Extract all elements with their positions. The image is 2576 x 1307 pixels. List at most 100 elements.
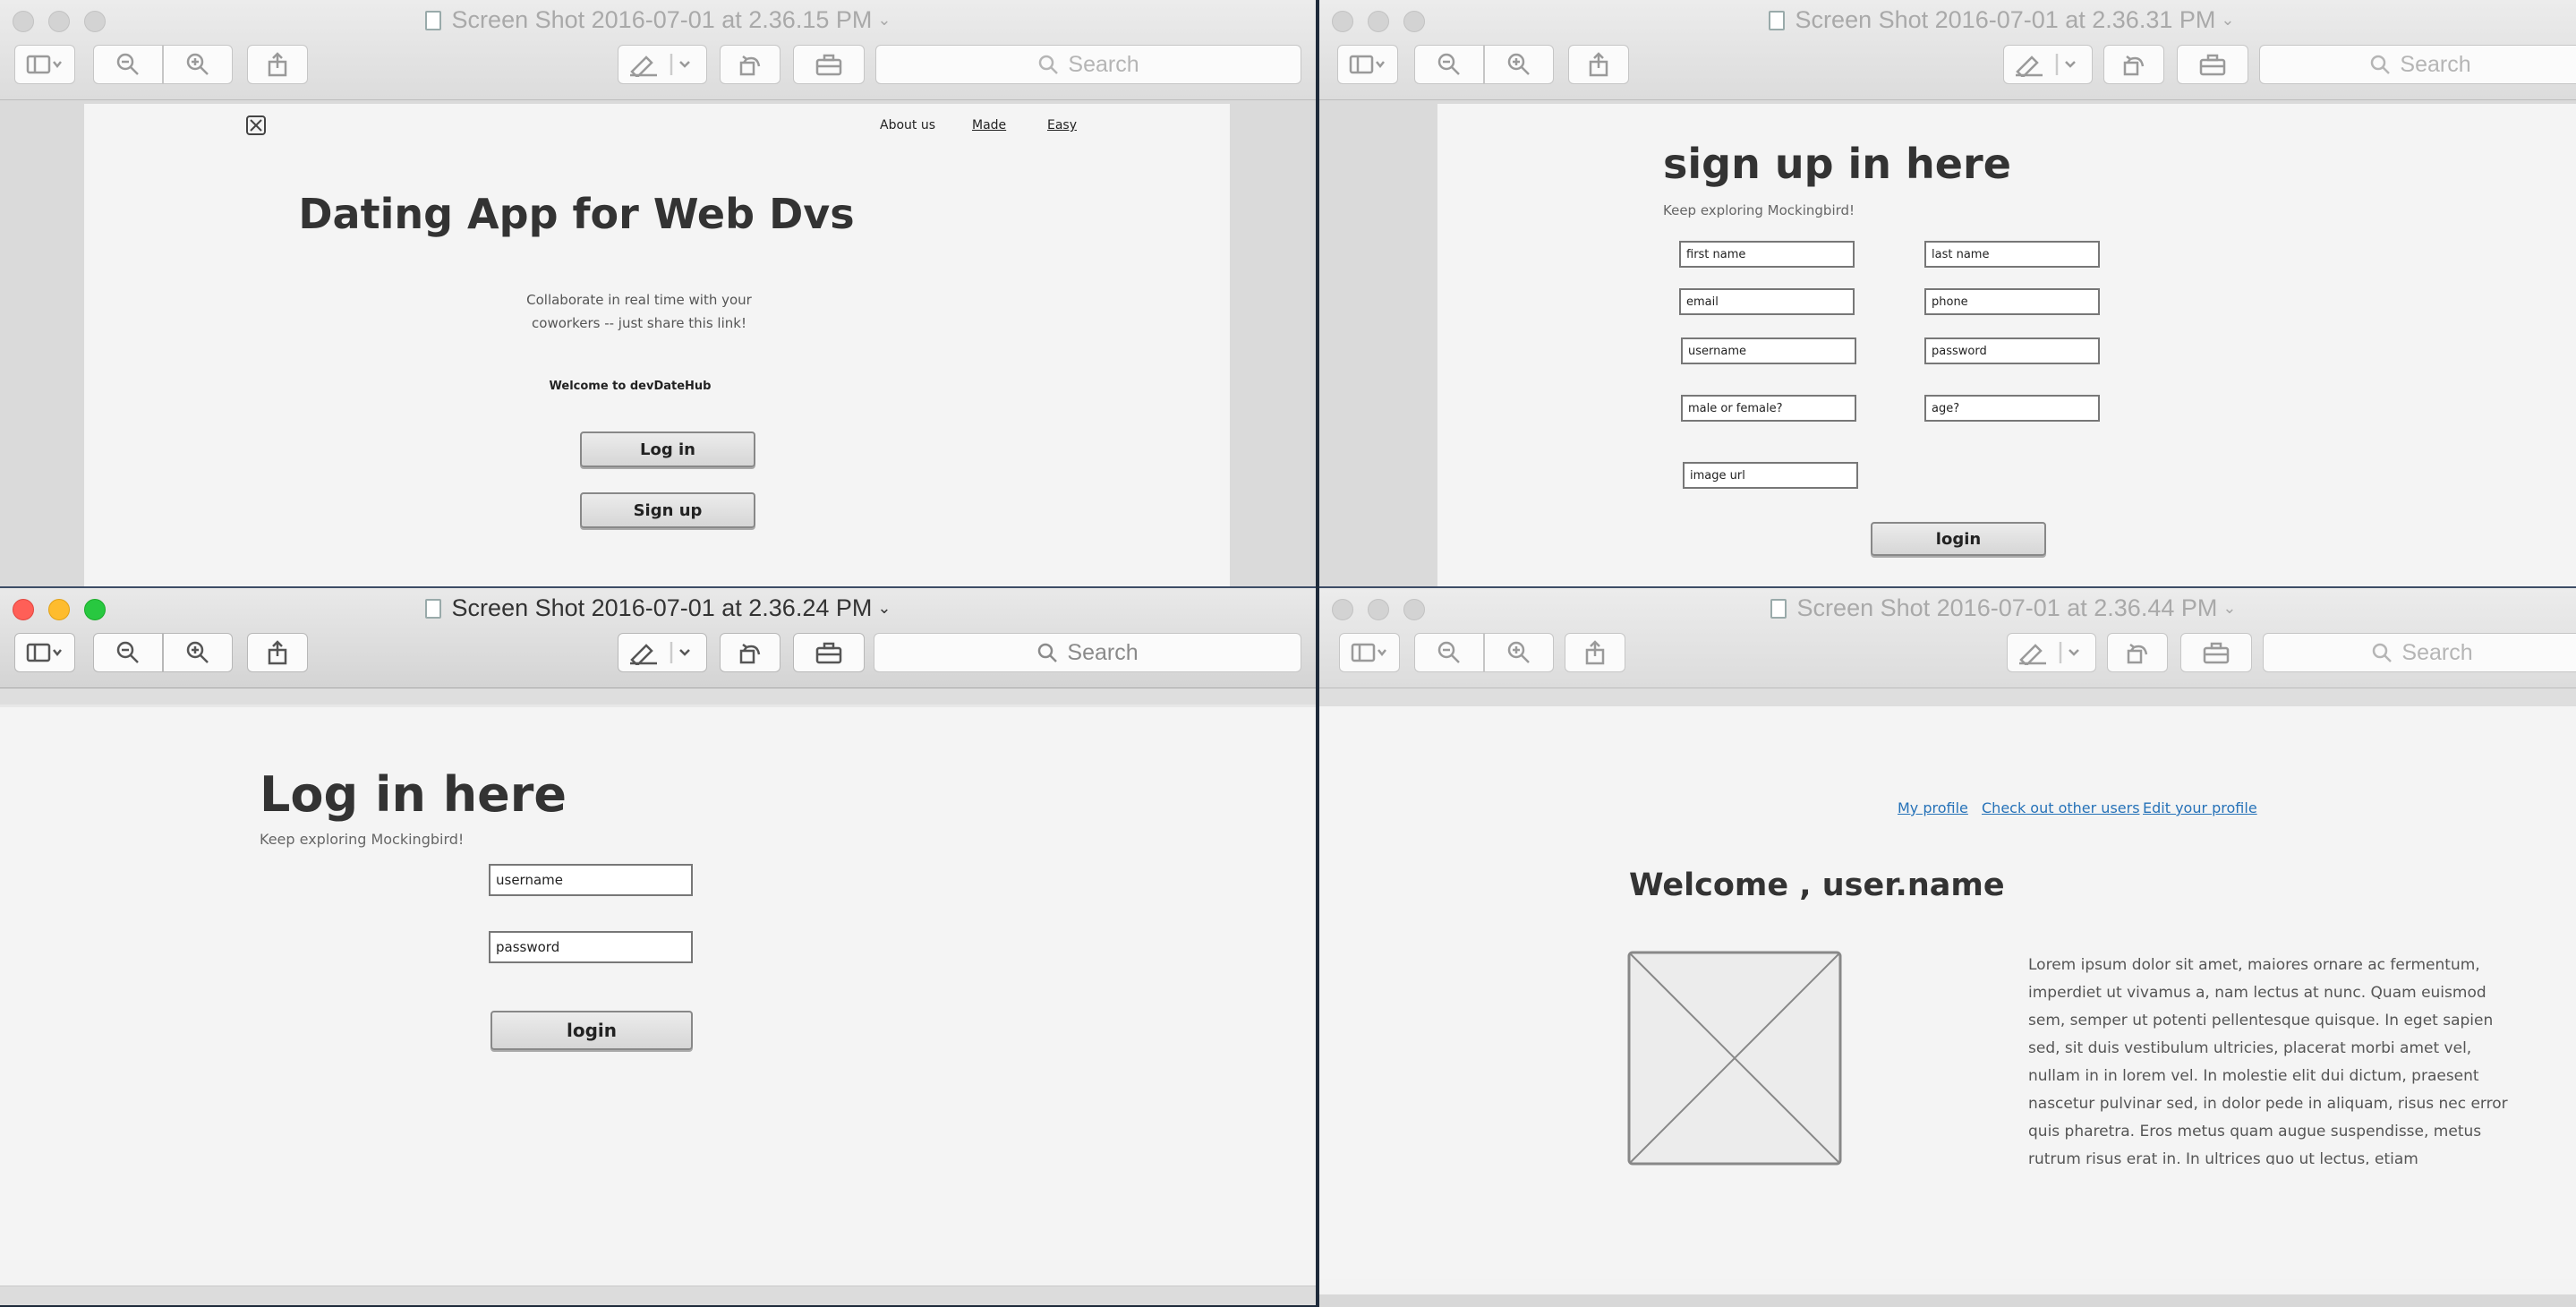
search-field[interactable]: Search [875, 45, 1301, 84]
page-subtitle: Keep exploring Mockingbird! [260, 831, 465, 848]
sidebar-toggle-button[interactable] [14, 45, 75, 84]
zoom-out-icon [1437, 641, 1460, 663]
username-field[interactable]: username [1681, 337, 1856, 364]
toolbox-icon [2199, 54, 2226, 76]
subtext-line: Collaborate in real time with your [526, 292, 752, 308]
bio-line: nullam in in lorem vel. In molestie elit… [2028, 1067, 2479, 1085]
email-field[interactable]: email [1679, 288, 1855, 315]
zoom-out-button[interactable] [1414, 45, 1484, 84]
document-area: sign up in here Keep exploring Mockingbi… [1319, 100, 2576, 586]
chevron-down-icon: ⌄ [877, 599, 891, 617]
document-icon [424, 599, 441, 619]
edit-profile-link[interactable]: Edit your profile [2143, 799, 2257, 816]
image-placeholder-icon [246, 115, 266, 135]
window-title[interactable]: Screen Shot 2016-07-01 at 2.36.24 PM ⌄ [0, 594, 1316, 622]
zoom-in-icon [186, 641, 209, 663]
rotate-icon [2127, 644, 2148, 664]
toolbox-icon [815, 54, 842, 76]
document-icon [1770, 599, 1787, 619]
mockup-page: sign up in here Keep exploring Mockingbi… [1437, 104, 2576, 586]
sidebar-toggle-button[interactable] [1337, 45, 1398, 84]
zoom-in-button[interactable] [1484, 633, 1554, 672]
signup-button[interactable]: Sign up [580, 492, 755, 528]
nav-about-us[interactable]: About us [880, 118, 935, 132]
rotate-button[interactable] [720, 45, 780, 84]
zoom-out-button[interactable] [93, 45, 163, 84]
mockup-page: Log in here Keep exploring Mockingbird! … [0, 705, 1316, 1260]
password-field[interactable]: password [1924, 337, 2100, 364]
markup-pen-icon [2016, 54, 2076, 77]
toolbox-button[interactable] [2180, 633, 2252, 672]
nav-made[interactable]: Made [972, 118, 1006, 132]
search-field[interactable]: Search [2263, 633, 2576, 672]
password-field[interactable]: password [489, 931, 693, 963]
zoom-out-button[interactable] [1414, 633, 1484, 672]
markup-button[interactable] [618, 633, 707, 672]
rotate-button[interactable] [720, 633, 780, 672]
markup-button[interactable] [2003, 45, 2093, 84]
horizontal-scroll-track[interactable] [1319, 1294, 2576, 1307]
share-button[interactable] [247, 45, 308, 84]
zoom-out-icon [1437, 53, 1460, 75]
toolbox-button[interactable] [793, 633, 865, 672]
share-button[interactable] [1568, 45, 1629, 84]
mockup-page: About us Made Easy Dating App for Web Dv… [84, 104, 1230, 586]
age-field[interactable]: age? [1924, 395, 2100, 422]
profile-image-placeholder [1627, 951, 1842, 1166]
my-profile-link[interactable]: My profile [1898, 799, 1968, 816]
other-users-link[interactable]: Check out other users [1982, 799, 2140, 816]
window-title[interactable]: Screen Shot 2016-07-01 at 2.36.31 PM ⌄ [1319, 6, 2576, 34]
toolbox-button[interactable] [2177, 45, 2248, 84]
markup-button[interactable] [2007, 633, 2096, 672]
share-button[interactable] [247, 633, 308, 672]
toolbox-button[interactable] [793, 45, 865, 84]
share-button[interactable] [1565, 633, 1625, 672]
rotate-button[interactable] [2107, 633, 2168, 672]
rotate-icon [739, 56, 761, 76]
title-bar: Screen Shot 2016-07-01 at 2.36.44 PM ⌄ Se… [1319, 588, 2576, 688]
preview-window-login: Screen Shot 2016-07-01 at 2.36.24 PM ⌄ Se… [0, 586, 1316, 1305]
search-field[interactable]: Search [2259, 45, 2576, 84]
bio-line: sem, semper ut potenti pellentesque quis… [2028, 1012, 2494, 1029]
document-area: Log in here Keep exploring Mockingbird! … [0, 688, 1316, 1305]
mockup-page: My profile Check out other users Edit yo… [1319, 706, 2576, 1279]
rotate-icon [2123, 56, 2145, 76]
zoom-in-button[interactable] [163, 45, 233, 84]
sidebar-toggle-button[interactable] [14, 633, 75, 672]
title-bar: Screen Shot 2016-07-01 at 2.36.15 PM ⌄ Se… [0, 0, 1316, 100]
zoom-in-button[interactable] [163, 633, 233, 672]
window-title[interactable]: Screen Shot 2016-07-01 at 2.36.15 PM ⌄ [0, 6, 1316, 34]
horizontal-scroll-track[interactable] [0, 1286, 1316, 1305]
page-subtext: Collaborate in real time with your cowor… [523, 288, 755, 335]
rotate-button[interactable] [2103, 45, 2164, 84]
login-button[interactable]: login [490, 1011, 693, 1050]
share-icon [268, 52, 287, 77]
zoom-out-button[interactable] [93, 633, 163, 672]
login-button[interactable]: Log in [580, 431, 755, 467]
image-url-field[interactable]: image url [1683, 462, 1858, 489]
login-button[interactable]: login [1871, 522, 2046, 556]
document-icon [1768, 11, 1785, 30]
search-field[interactable]: Search [874, 633, 1301, 672]
first-name-field[interactable]: first name [1679, 241, 1855, 268]
sidebar-toggle-icon [26, 643, 62, 662]
welcome-text: Welcome to devDateHub [549, 380, 712, 393]
search-icon [2373, 643, 2393, 662]
phone-field[interactable]: phone [1924, 288, 2100, 315]
zoom-in-button[interactable] [1484, 45, 1554, 84]
document-area: My profile Check out other users Edit yo… [1319, 688, 2576, 1307]
share-icon [268, 640, 287, 665]
page-title: Log in here [260, 766, 567, 823]
markup-pen-icon [630, 54, 690, 77]
sidebar-toggle-button[interactable] [1339, 633, 1400, 672]
gender-field[interactable]: male or female? [1681, 395, 1856, 422]
chevron-down-icon: ⌄ [877, 11, 891, 29]
search-icon [2371, 55, 2391, 74]
markup-button[interactable] [618, 45, 707, 84]
last-name-field[interactable]: last name [1924, 241, 2100, 268]
bio-line: sed, sit duis vestibulum ultricies, plac… [2028, 1039, 2472, 1057]
username-field[interactable]: username [489, 864, 693, 896]
nav-easy[interactable]: Easy [1047, 118, 1077, 132]
window-title[interactable]: Screen Shot 2016-07-01 at 2.36.44 PM ⌄ [1319, 594, 2576, 622]
document-icon [424, 11, 441, 30]
